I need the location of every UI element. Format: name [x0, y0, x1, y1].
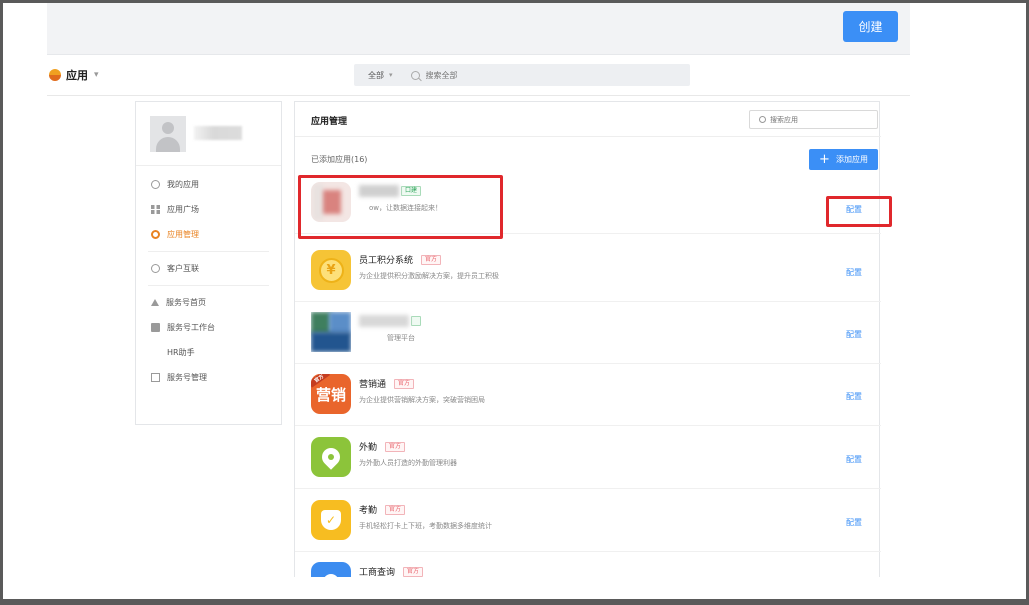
config-link[interactable]: 配置	[846, 267, 862, 278]
sidebar: 我的应用 应用广场 应用管理 客户互联 服务号首页 服务号工作台 HR助手 服务…	[135, 101, 282, 425]
plus-icon: +	[819, 152, 830, 167]
app-description: 为外勤人员打造的外勤管理利器	[359, 459, 457, 467]
shield-check-icon: ✓	[311, 500, 351, 540]
username-redacted	[194, 126, 242, 140]
sidebar-item-hr-assistant[interactable]: HR助手	[136, 340, 281, 365]
sidebar-item-service-management[interactable]: 服务号管理	[136, 365, 281, 390]
chat-icon	[151, 264, 160, 273]
app-name: 考勤 官方	[359, 503, 406, 516]
search-scope-label: 全部	[368, 70, 384, 80]
app-description: 手机轻松打卡上下班，考勤数据多维度统计	[359, 522, 492, 530]
app-name-label: 营销通	[359, 380, 387, 390]
market-icon: 官方 营销	[311, 374, 351, 414]
divider	[148, 251, 269, 252]
add-app-button[interactable]: + 添加应用	[809, 149, 878, 170]
app-tag	[411, 316, 421, 326]
sidebar-item-label: 应用管理	[167, 230, 199, 239]
app-switcher-label: 应用	[66, 69, 88, 82]
location-pin-icon	[311, 437, 351, 477]
app-name: 工商查询 官方	[359, 565, 424, 577]
sidebar-item-label: 服务号工作台	[167, 323, 215, 332]
official-tag: 官方	[385, 441, 406, 452]
sidebar-item-label: 服务号管理	[167, 373, 207, 382]
sidebar-item-service-home[interactable]: 服务号首页	[136, 290, 281, 315]
app-management-panel: 应用管理 已添加应用(16) + 添加应用 口建 ow，让数据连接起来！ 配置	[294, 101, 892, 577]
user-profile	[136, 102, 281, 166]
highlight-box	[298, 175, 503, 239]
search-icon	[759, 116, 766, 123]
sidebar-item-my-apps[interactable]: 我的应用	[136, 172, 281, 197]
official-tag: 官方	[394, 378, 415, 389]
list-item: 工商查询 官方	[295, 552, 881, 577]
sidebar-item-app-store[interactable]: 应用广场	[136, 197, 281, 222]
app-name-label: 外勤	[359, 443, 378, 453]
app-name-label: 考勤	[359, 506, 378, 516]
app-name-label: 员工积分系统	[359, 256, 414, 266]
config-link[interactable]: 配置	[846, 454, 862, 465]
app-name: 员工积分系统 官方	[359, 253, 442, 266]
page-title: 应用管理	[311, 117, 348, 127]
create-button[interactable]: 创建	[843, 11, 898, 42]
sidebar-item-service-workbench[interactable]: 服务号工作台	[136, 315, 281, 340]
divider	[148, 285, 269, 286]
official-tag: 官方	[421, 254, 442, 265]
list-item: ✓ 考勤 官方 手机轻松打卡上下班，考勤数据多维度统计 配置	[295, 490, 881, 552]
app-search	[749, 110, 878, 129]
list-item: 管理平台 配置	[295, 302, 881, 364]
added-apps-count: 已添加应用(16)	[311, 155, 368, 164]
global-search: 全部 ▾	[354, 64, 690, 86]
app-search-input[interactable]	[770, 115, 870, 124]
global-search-input[interactable]	[425, 70, 626, 80]
avatar	[150, 116, 186, 152]
list-item: 官方 营销 营销通 官方 为企业提供营销解决方案，突破营销困局 配置	[295, 364, 881, 426]
list-item: 外勤 官方 为外勤人员打造的外勤管理利器 配置	[295, 427, 881, 489]
chevron-down-icon: ▾	[389, 71, 393, 79]
highlight-box	[826, 196, 892, 227]
config-link[interactable]: 配置	[846, 391, 862, 402]
gear-icon	[151, 230, 160, 239]
config-link[interactable]: 配置	[846, 329, 862, 340]
config-link[interactable]: 配置	[846, 517, 862, 528]
app-icon	[311, 312, 351, 352]
top-header: 创建	[47, 3, 910, 55]
app-name: 营销通 官方	[359, 377, 415, 390]
app-description: 为企业提供积分激励解决方案，提升员工积极	[359, 272, 499, 280]
app-name-label: 工商查询	[359, 568, 396, 577]
official-tag: 官方	[385, 504, 406, 515]
search-ring-icon	[311, 562, 351, 577]
market-icon-text: 营销	[315, 385, 346, 404]
grid-icon	[151, 205, 160, 214]
gear-icon	[151, 180, 160, 189]
app-name	[359, 315, 421, 327]
sidebar-menu: 我的应用 应用广场 应用管理 客户互联 服务号首页 服务号工作台 HR助手 服务…	[136, 166, 281, 390]
app-window: 创建 应用 ▾ 全部 ▾ 我的应用 应	[47, 3, 910, 577]
home-icon	[151, 299, 159, 306]
divider	[295, 136, 881, 137]
app-description: 管理平台	[387, 334, 415, 342]
search-icon	[410, 70, 420, 80]
official-tag: 官方	[403, 566, 424, 577]
app-logo-icon	[49, 69, 61, 81]
list-item: ¥ 员工积分系统 官方 为企业提供积分激励解决方案，提升员工积极 配置	[295, 240, 881, 302]
manage-icon	[151, 373, 160, 382]
app-description: 为企业提供营销解决方案，突破营销困局	[359, 396, 485, 404]
chevron-down-icon: ▾	[94, 70, 99, 80]
sidebar-item-label: 服务号首页	[166, 298, 206, 307]
app-switcher[interactable]: 应用 ▾	[49, 67, 99, 83]
app-name: 外勤 官方	[359, 440, 406, 453]
sidebar-item-label: 应用广场	[167, 205, 199, 214]
sidebar-item-customer-link[interactable]: 客户互联	[136, 256, 281, 281]
sidebar-item-app-management[interactable]: 应用管理	[136, 222, 281, 247]
coin-icon: ¥	[311, 250, 351, 290]
add-app-label: 添加应用	[835, 155, 868, 164]
sidebar-item-label: 客户互联	[167, 264, 199, 273]
sidebar-item-label: 我的应用	[167, 180, 199, 189]
search-scope-select[interactable]: 全部 ▾	[368, 70, 393, 81]
desk-icon	[151, 323, 160, 332]
sidebar-item-label: HR助手	[167, 348, 195, 357]
nav-bar: 应用 ▾ 全部 ▾	[47, 56, 910, 96]
